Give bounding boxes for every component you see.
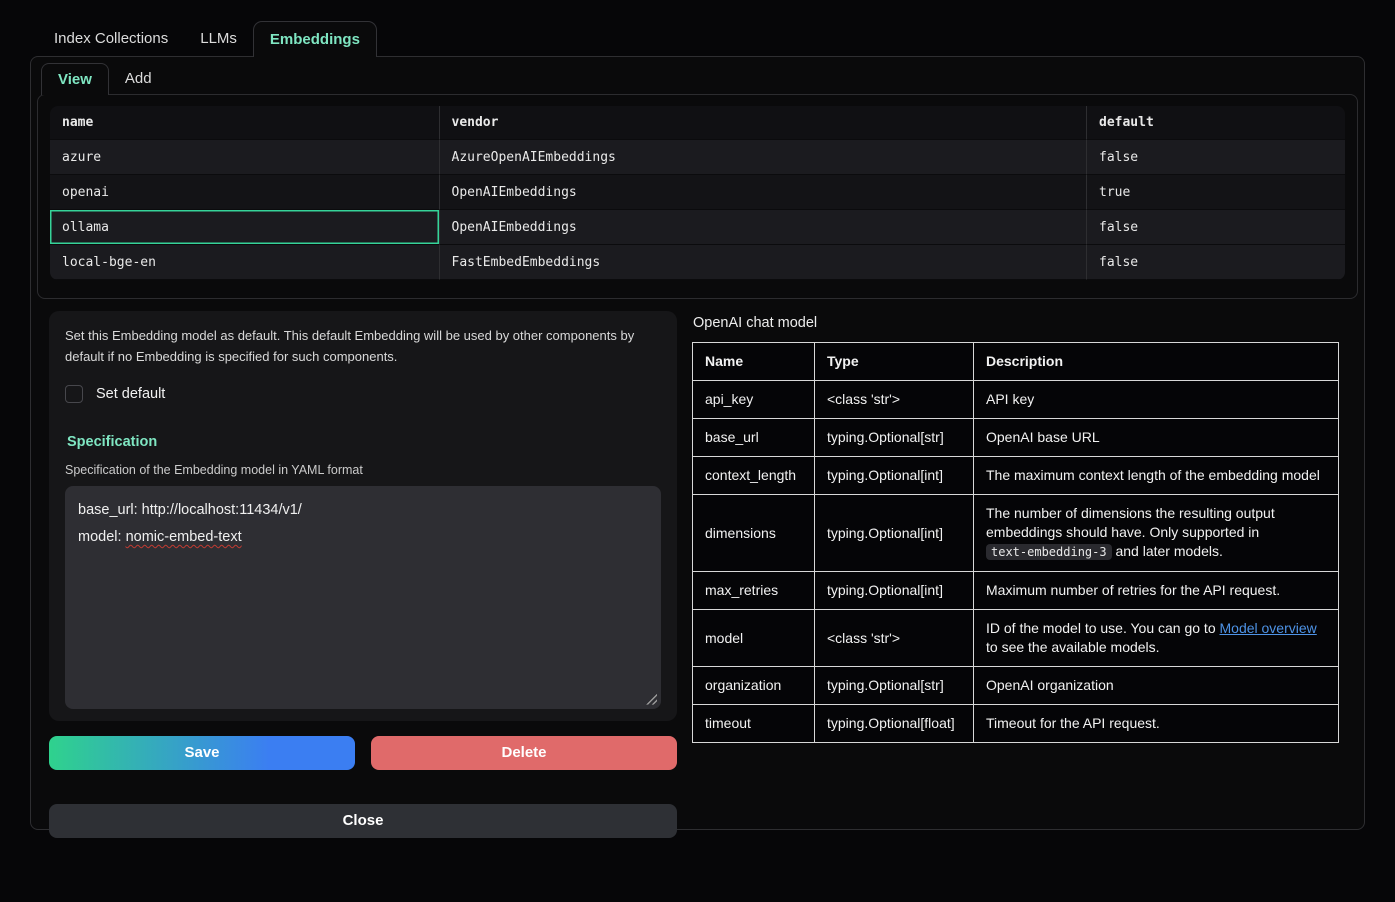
default-description: Set this Embedding model as default. Thi…: [65, 326, 661, 368]
schema-column: OpenAI chat model Name Type Description …: [692, 311, 1346, 838]
set-default-label: Set default: [96, 386, 165, 402]
schema-row-dimensions: dimensions typing.Optional[int] The numb…: [693, 495, 1339, 572]
param-type: typing.Optional[float]: [815, 705, 974, 743]
param-type: typing.Optional[str]: [815, 667, 974, 705]
param-description: ID of the model to use. You can go to Mo…: [974, 610, 1339, 667]
cell-default[interactable]: false: [1086, 210, 1345, 245]
param-name: max_retries: [693, 572, 815, 610]
schema-row-context-length: context_length typing.Optional[int] The …: [693, 457, 1339, 495]
embedding-row-local-bge-en[interactable]: local-bge-en FastEmbedEmbeddings false: [50, 245, 1345, 280]
schema-row-max-retries: max_retries typing.Optional[int] Maximum…: [693, 572, 1339, 610]
code-chip: text-embedding-3: [986, 544, 1112, 560]
param-name: model: [693, 610, 815, 667]
top-tab-bar: Index Collections LLMs Embeddings: [30, 21, 1365, 56]
specification-textarea[interactable]: base_url: http://localhost:11434/v1/ mod…: [65, 486, 661, 709]
cell-vendor[interactable]: OpenAIEmbeddings: [439, 210, 1087, 245]
schema-row-model: model <class 'str'> ID of the model to u…: [693, 610, 1339, 667]
embedding-row-azure[interactable]: azure AzureOpenAIEmbeddings false: [50, 140, 1345, 175]
param-name: timeout: [693, 705, 815, 743]
embeddings-table-header: name vendor default: [50, 106, 1345, 140]
cell-name[interactable]: local-bge-en: [50, 245, 439, 280]
param-name: base_url: [693, 419, 815, 457]
param-name: context_length: [693, 457, 815, 495]
schema-header-row: Name Type Description: [693, 343, 1339, 381]
param-type: typing.Optional[int]: [815, 457, 974, 495]
param-type: typing.Optional[int]: [815, 572, 974, 610]
edit-column: Set this Embedding model as default. Thi…: [49, 311, 677, 838]
param-type: typing.Optional[int]: [815, 495, 974, 572]
schema-column-type: Type: [815, 343, 974, 381]
param-description: Timeout for the API request.: [974, 705, 1339, 743]
embeddings-table-panel: name vendor default azure AzureOpenAIEmb…: [37, 94, 1358, 299]
param-type: <class 'str'>: [815, 610, 974, 667]
delete-button[interactable]: Delete: [371, 736, 677, 770]
set-default-checkbox[interactable]: [65, 385, 83, 403]
param-type: <class 'str'>: [815, 381, 974, 419]
action-buttons: Save Delete: [49, 736, 677, 770]
specification-caption: Specification of the Embedding model in …: [65, 463, 661, 477]
param-description: OpenAI organization: [974, 667, 1339, 705]
tab-embeddings[interactable]: Embeddings: [253, 21, 377, 57]
save-button[interactable]: Save: [49, 736, 355, 770]
embedding-row-ollama-selected[interactable]: ollama OpenAIEmbeddings false: [50, 210, 1345, 245]
cell-vendor[interactable]: FastEmbedEmbeddings: [439, 245, 1087, 280]
cell-vendor[interactable]: AzureOpenAIEmbeddings: [439, 140, 1087, 175]
misspelled-value: nomic-embed-text: [126, 529, 242, 545]
cell-name[interactable]: azure: [50, 140, 439, 175]
close-button[interactable]: Close: [49, 804, 677, 838]
column-header-vendor[interactable]: vendor: [439, 106, 1087, 140]
cell-default[interactable]: false: [1086, 140, 1345, 175]
param-description: The number of dimensions the resulting o…: [974, 495, 1339, 572]
param-name: organization: [693, 667, 815, 705]
set-default-row[interactable]: Set default: [65, 385, 661, 403]
param-description: Maximum number of retries for the API re…: [974, 572, 1339, 610]
schema-title: OpenAI chat model: [693, 315, 1339, 331]
yaml-line-1: base_url: http://localhost:11434/v1/: [78, 497, 648, 525]
subtab-view[interactable]: View: [41, 63, 109, 95]
cell-name-selected[interactable]: ollama: [50, 210, 439, 245]
tab-llms[interactable]: LLMs: [184, 21, 253, 56]
param-name: api_key: [693, 381, 815, 419]
column-header-name[interactable]: name: [50, 106, 439, 140]
cell-default[interactable]: false: [1086, 245, 1345, 280]
schema-row-base-url: base_url typing.Optional[str] OpenAI bas…: [693, 419, 1339, 457]
schema-row-timeout: timeout typing.Optional[float] Timeout f…: [693, 705, 1339, 743]
cell-name[interactable]: openai: [50, 175, 439, 210]
embedding-row-openai[interactable]: openai OpenAIEmbeddings true: [50, 175, 1345, 210]
schema-row-api-key: api_key <class 'str'> API key: [693, 381, 1339, 419]
specification-heading: Specification: [67, 434, 661, 450]
param-description: The maximum context length of the embedd…: [974, 457, 1339, 495]
detail-area: Set this Embedding model as default. Thi…: [31, 299, 1364, 838]
edit-card: Set this Embedding model as default. Thi…: [49, 311, 677, 721]
param-name: dimensions: [693, 495, 815, 572]
cell-default[interactable]: true: [1086, 175, 1345, 210]
cell-vendor[interactable]: OpenAIEmbeddings: [439, 175, 1087, 210]
resize-handle-icon[interactable]: [646, 694, 657, 705]
model-overview-link[interactable]: Model overview: [1220, 620, 1317, 636]
tab-index-collections[interactable]: Index Collections: [38, 21, 184, 56]
column-header-default[interactable]: default: [1086, 106, 1345, 140]
schema-column-description: Description: [974, 343, 1339, 381]
subtab-add[interactable]: Add: [109, 63, 168, 94]
embeddings-panel: View Add name vendor default azure Azure…: [30, 56, 1365, 830]
param-type: typing.Optional[str]: [815, 419, 974, 457]
schema-table: Name Type Description api_key <class 'st…: [692, 342, 1339, 743]
sub-tab-bar: View Add: [31, 57, 1364, 94]
schema-row-organization: organization typing.Optional[str] OpenAI…: [693, 667, 1339, 705]
param-description: OpenAI base URL: [974, 419, 1339, 457]
yaml-line-2: model: nomic-embed-text: [78, 524, 648, 552]
schema-column-name: Name: [693, 343, 815, 381]
embeddings-table: name vendor default azure AzureOpenAIEmb…: [50, 106, 1345, 280]
param-description: API key: [974, 381, 1339, 419]
